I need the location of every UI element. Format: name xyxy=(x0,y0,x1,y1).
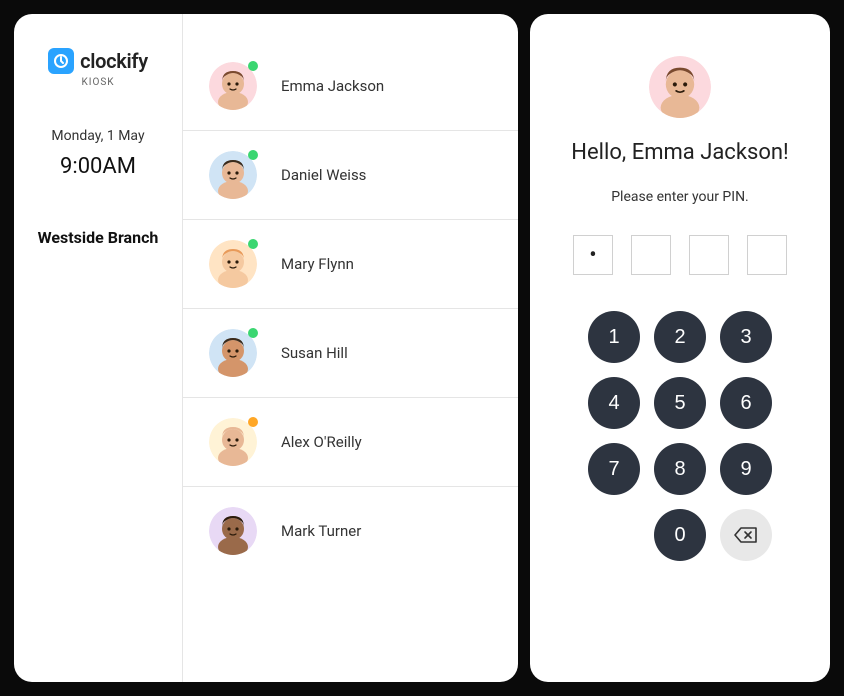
keypad-digit-button[interactable]: 6 xyxy=(720,377,772,429)
backspace-icon xyxy=(734,526,758,544)
status-dot-icon xyxy=(248,328,258,338)
pin-digit-box: • xyxy=(573,235,613,275)
user-row[interactable]: Susan Hill xyxy=(183,309,518,398)
user-row[interactable]: Emma Jackson xyxy=(183,42,518,131)
date-text: Monday, 1 May xyxy=(51,128,144,144)
logo-icon xyxy=(48,48,74,74)
logo-subtext: KIOSK xyxy=(81,77,114,88)
keypad: 123 456 7890 xyxy=(588,311,772,561)
pin-digit-box xyxy=(631,235,671,275)
avatar-wrap xyxy=(209,329,257,377)
status-dot-icon xyxy=(248,417,258,427)
time-text: 9:00AM xyxy=(51,154,144,179)
pin-panel: Hello, Emma Jackson! Please enter your P… xyxy=(530,14,830,682)
user-row[interactable]: Alex O'Reilly xyxy=(183,398,518,487)
status-dot-icon xyxy=(248,150,258,160)
keypad-digit-button[interactable]: 1 xyxy=(588,311,640,363)
user-row[interactable]: Mark Turner xyxy=(183,487,518,575)
branch-name: Westside Branch xyxy=(38,227,159,249)
pin-boxes: • xyxy=(573,235,787,275)
avatar-wrap xyxy=(209,240,257,288)
pin-digit-box xyxy=(689,235,729,275)
avatar-wrap xyxy=(209,151,257,199)
keypad-digit-button[interactable]: 5 xyxy=(654,377,706,429)
pin-digit-box xyxy=(747,235,787,275)
keypad-backspace-button[interactable] xyxy=(720,509,772,561)
avatar-wrap xyxy=(209,62,257,110)
avatar-wrap xyxy=(209,418,257,466)
user-avatar xyxy=(209,507,257,555)
avatar-wrap xyxy=(209,507,257,555)
greeting: Hello, Emma Jackson! xyxy=(571,140,788,165)
user-name-label: Mary Flynn xyxy=(281,255,354,273)
date-block: Monday, 1 May 9:00AM xyxy=(51,128,144,179)
status-dot-icon xyxy=(248,61,258,71)
keypad-spacer xyxy=(588,509,640,561)
user-name-label: Emma Jackson xyxy=(281,77,384,95)
user-list: Emma Jackson Daniel Weiss Mary Flynn xyxy=(182,14,518,682)
user-row[interactable]: Daniel Weiss xyxy=(183,131,518,220)
logo: clockify KIOSK xyxy=(48,48,148,88)
selected-user-avatar xyxy=(649,56,711,118)
keypad-digit-button[interactable]: 9 xyxy=(720,443,772,495)
keypad-digit-button[interactable]: 7 xyxy=(588,443,640,495)
status-dot-icon xyxy=(248,239,258,249)
user-row[interactable]: Mary Flynn xyxy=(183,220,518,309)
keypad-digit-button[interactable]: 0 xyxy=(654,509,706,561)
user-name-label: Susan Hill xyxy=(281,344,348,362)
user-name-label: Alex O'Reilly xyxy=(281,433,362,451)
keypad-digit-button[interactable]: 4 xyxy=(588,377,640,429)
user-name-label: Daniel Weiss xyxy=(281,166,366,184)
keypad-digit-button[interactable]: 2 xyxy=(654,311,706,363)
keypad-digit-button[interactable]: 8 xyxy=(654,443,706,495)
sidebar: clockify KIOSK Monday, 1 May 9:00AM West… xyxy=(14,14,182,682)
pin-prompt: Please enter your PIN. xyxy=(611,189,749,205)
user-name-label: Mark Turner xyxy=(281,522,361,540)
kiosk-panel: clockify KIOSK Monday, 1 May 9:00AM West… xyxy=(14,14,518,682)
logo-text: clockify xyxy=(80,49,148,73)
keypad-digit-button[interactable]: 3 xyxy=(720,311,772,363)
